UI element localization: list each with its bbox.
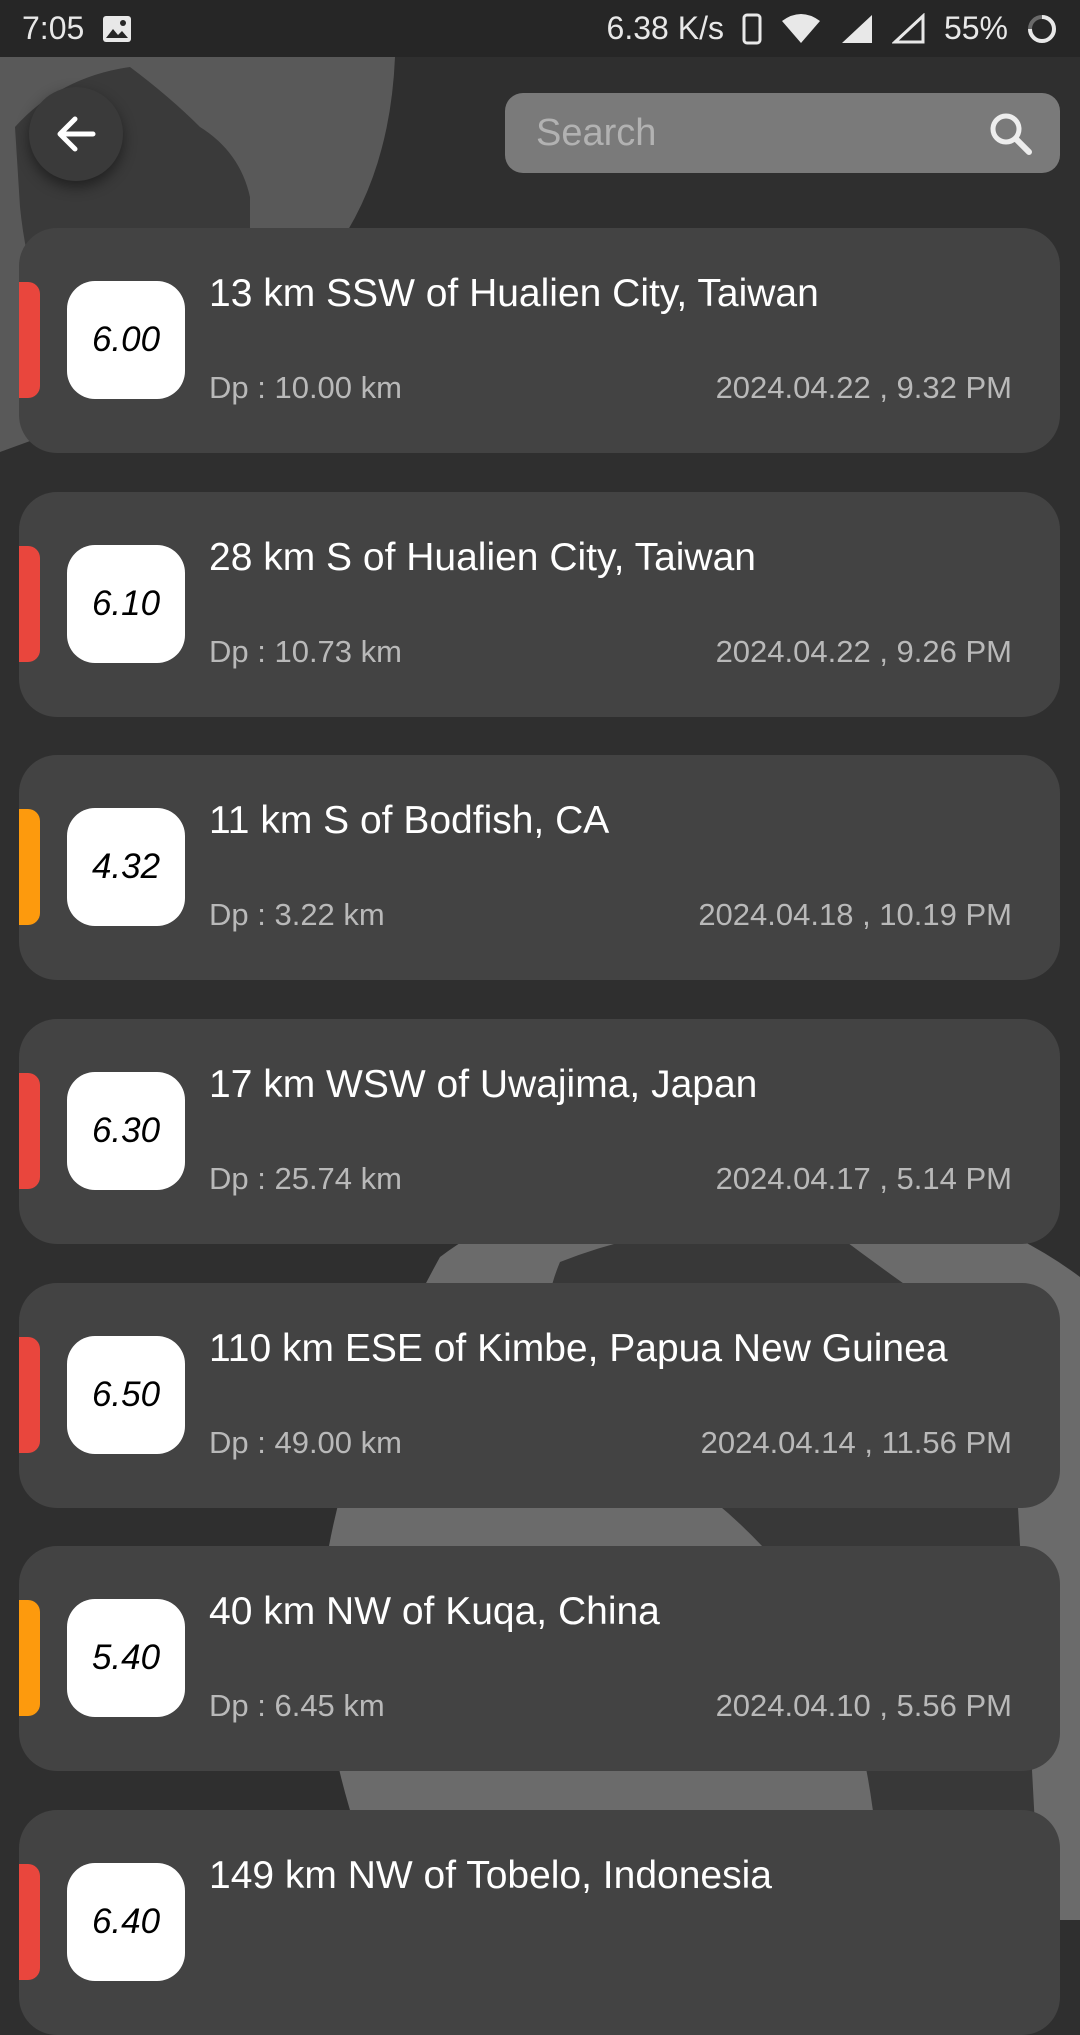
datetime-label: 2024.04.10 , 5.56 PM xyxy=(715,1688,1012,1723)
earthquake-card[interactable]: 6.10 28 km S of Hualien City, Taiwan Dp … xyxy=(19,492,1060,717)
datetime-label: 2024.04.22 , 9.32 PM xyxy=(715,370,1012,405)
network-speed: 6.38 K/s xyxy=(606,10,724,46)
battery-percent: 55% xyxy=(943,10,1008,46)
severity-strip xyxy=(19,546,40,662)
severity-strip xyxy=(19,809,40,925)
status-bar-right: 6.38 K/s 55% xyxy=(607,10,1058,47)
datetime-label: 2024.04.18 , 10.19 PM xyxy=(698,897,1012,932)
location-title: 11 km S of Bodfish, CA xyxy=(209,799,610,842)
location-title: 110 km ESE of Kimbe, Papua New Guinea xyxy=(209,1327,948,1370)
search-bar[interactable] xyxy=(505,93,1060,173)
back-button[interactable] xyxy=(29,87,123,181)
severity-strip xyxy=(19,1337,40,1453)
earthquake-card[interactable]: 6.00 13 km SSW of Hualien City, Taiwan D… xyxy=(19,228,1060,453)
depth-label: Dp : 10.00 km xyxy=(209,370,402,405)
image-icon xyxy=(102,15,132,43)
magnitude-badge: 6.00 xyxy=(67,281,185,399)
severity-strip xyxy=(19,1600,40,1716)
datetime-label: 2024.04.14 , 11.56 PM xyxy=(700,1425,1012,1460)
earthquake-card[interactable]: 6.30 17 km WSW of Uwajima, Japan Dp : 25… xyxy=(19,1019,1060,1244)
location-title: 149 km NW of Tobelo, Indonesia xyxy=(209,1854,772,1897)
earthquake-card[interactable]: 4.32 11 km S of Bodfish, CA Dp : 3.22 km… xyxy=(19,755,1060,980)
status-time: 7:05 xyxy=(22,10,85,46)
depth-label: Dp : 6.45 km xyxy=(209,1688,385,1723)
magnitude-badge: 4.32 xyxy=(67,808,185,926)
datetime-label: 2024.04.17 , 5.14 PM xyxy=(715,1161,1012,1196)
arrow-left-icon xyxy=(57,116,96,152)
location-title: 17 km WSW of Uwajima, Japan xyxy=(209,1063,758,1106)
severity-strip xyxy=(19,282,40,398)
severity-strip xyxy=(19,1073,40,1189)
severity-strip xyxy=(19,1864,40,1980)
depth-label: Dp : 10.73 km xyxy=(209,634,402,669)
status-bar-left: 7:05 xyxy=(22,10,132,47)
search-input[interactable] xyxy=(534,110,988,156)
magnitude-badge: 6.10 xyxy=(67,545,185,663)
magnitude-badge: 6.40 xyxy=(67,1863,185,1981)
location-title: 28 km S of Hualien City, Taiwan xyxy=(209,536,756,579)
wifi-icon xyxy=(780,13,822,45)
phone-icon xyxy=(742,13,762,45)
magnitude-badge: 5.40 xyxy=(67,1599,185,1717)
earthquake-card[interactable]: 5.40 40 km NW of Kuqa, China Dp : 6.45 k… xyxy=(19,1546,1060,1771)
location-title: 40 km NW of Kuqa, China xyxy=(209,1590,660,1633)
header xyxy=(0,57,1080,227)
magnitude-badge: 6.30 xyxy=(67,1072,185,1190)
depth-label: Dp : 3.22 km xyxy=(209,897,385,932)
magnitude-badge: 6.50 xyxy=(67,1336,185,1454)
datetime-label: 2024.04.22 , 9.26 PM xyxy=(715,634,1012,669)
earthquake-card[interactable]: 6.40 149 km NW of Tobelo, Indonesia xyxy=(19,1810,1060,2035)
search-icon[interactable] xyxy=(988,111,1032,155)
signal-icon xyxy=(840,13,874,45)
loading-icon xyxy=(1026,13,1058,45)
depth-label: Dp : 49.00 km xyxy=(209,1425,402,1460)
depth-label: Dp : 25.74 km xyxy=(209,1161,402,1196)
signal-empty-icon xyxy=(891,12,926,45)
location-title: 13 km SSW of Hualien City, Taiwan xyxy=(209,272,819,315)
status-bar: 7:05 6.38 K/s 55% xyxy=(0,0,1080,57)
earthquake-card[interactable]: 6.50 110 km ESE of Kimbe, Papua New Guin… xyxy=(19,1283,1060,1508)
